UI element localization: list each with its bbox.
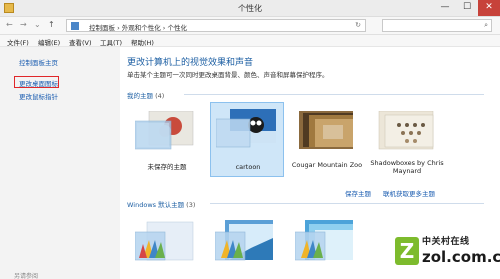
title-bar: 个性化 — ☐ ✕ <box>0 0 500 17</box>
theme-thumbnail <box>299 111 353 149</box>
theme-name: 未保存的主题 <box>147 163 187 171</box>
search-box[interactable]: ⌕ <box>382 19 492 32</box>
theme-thumbnail <box>216 109 276 148</box>
recent-locations-button[interactable]: ⌄ <box>34 20 41 29</box>
theme-thumbnail <box>378 111 434 150</box>
sidebar-link-change-mouse-pointers[interactable]: 更改鼠标指针 <box>19 91 58 101</box>
my-themes-count: (4) <box>155 92 165 100</box>
watermark-brand: 中关村在线 <box>422 237 470 247</box>
sidebar-link-change-desktop-icons[interactable]: 更改桌面图标 <box>19 78 58 88</box>
maximize-button[interactable]: ☐ <box>456 0 478 16</box>
theme-tile-windows-1[interactable] <box>130 212 204 279</box>
back-button[interactable]: ← <box>6 20 13 29</box>
get-more-themes-link[interactable]: 联机获取更多主题 <box>383 188 435 198</box>
theme-thumbnail <box>215 220 273 261</box>
theme-tile-shadowboxes[interactable]: Shadowboxes by Chris Maynard <box>370 105 444 177</box>
refresh-icon[interactable]: ↻ <box>355 21 361 29</box>
theme-tile-cougar-mountain-zoo[interactable]: Cougar Mountain Zoo <box>290 105 364 177</box>
zol-logo: Z <box>395 237 419 265</box>
section-divider <box>210 203 484 204</box>
theme-tile-windows-3[interactable] <box>290 212 364 279</box>
page-description: 单击某个主题可一次同时更改桌面背景、颜色、声音和屏幕保护程序。 <box>127 71 329 79</box>
breadcrumb[interactable]: 控制面板 › 外观和个性化 › 个性化 <box>89 22 187 32</box>
section-divider <box>184 94 484 95</box>
window-title: 个性化 <box>238 4 262 13</box>
search-input[interactable] <box>383 20 473 31</box>
theme-tile-windows-2[interactable] <box>210 212 284 279</box>
menu-help[interactable]: 帮助(H) <box>131 37 154 47</box>
up-button[interactable]: ↑ <box>48 20 55 29</box>
sidebar-link-control-panel-home[interactable]: 控制面板主页 <box>19 57 58 67</box>
theme-tile-unsaved[interactable]: 未保存的主题 <box>130 105 204 177</box>
sidebar: 控制面板主页 更改桌面图标 更改鼠标指针 另请参阅 <box>0 47 120 279</box>
theme-name: Shadowboxes by Chris Maynard <box>370 159 444 175</box>
see-also-label: 另请参阅 <box>14 273 39 279</box>
close-button[interactable]: ✕ <box>478 0 500 16</box>
address-toolbar: ← → ⌄ ↑ 控制面板 › 外观和个性化 › 个性化 ↻ ⌕ <box>0 17 500 35</box>
forward-button[interactable]: → <box>20 20 27 29</box>
theme-tile-cartoon[interactable]: cartoon <box>210 102 284 177</box>
windows-themes-header: Windows 默认主题 (3) <box>127 199 195 209</box>
watermark-domain: zol.com.cn <box>422 248 500 266</box>
address-bar[interactable]: 控制面板 › 外观和个性化 › 个性化 ↻ <box>66 19 366 32</box>
menu-view[interactable]: 查看(V) <box>69 37 92 47</box>
menu-tools[interactable]: 工具(T) <box>100 37 122 47</box>
watermark: Z 中关村在线 zol.com.cn <box>395 231 500 273</box>
menu-file[interactable]: 文件(F) <box>7 37 29 47</box>
my-themes-header: 我的主题 (4) <box>127 90 164 100</box>
windows-themes-label: Windows 默认主题 <box>127 201 185 209</box>
theme-thumbnail <box>135 111 194 150</box>
menu-bar: 文件(F) 编辑(E) 查看(V) 工具(T) 帮助(H) <box>0 35 500 47</box>
theme-name: Cougar Mountain Zoo <box>291 161 363 169</box>
minimize-button[interactable]: — <box>434 0 456 16</box>
control-panel-icon <box>71 22 79 30</box>
theme-thumbnail <box>135 221 194 261</box>
menu-edit[interactable]: 编辑(E) <box>38 37 60 47</box>
windows-themes-count: (3) <box>186 201 196 209</box>
save-theme-link[interactable]: 保存主题 <box>345 188 371 198</box>
page-title: 更改计算机上的视觉效果和声音 <box>127 58 254 68</box>
theme-name: cartoon <box>235 163 261 171</box>
theme-thumbnail <box>295 220 353 261</box>
search-icon[interactable]: ⌕ <box>484 21 488 30</box>
my-themes-label: 我的主题 <box>127 92 153 100</box>
